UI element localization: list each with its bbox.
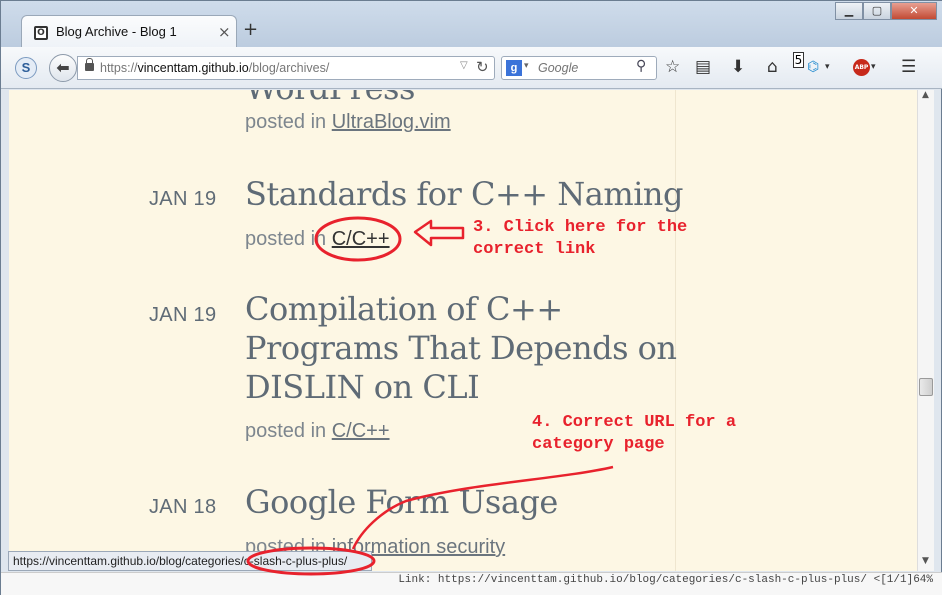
minimize-button[interactable]: ▁	[835, 2, 863, 20]
tab-close-icon[interactable]: ×	[218, 23, 231, 41]
statusline-text: Link: https://vincenttam.github.io/blog/…	[398, 574, 933, 586]
google-engine-icon[interactable]: g	[506, 60, 522, 76]
annotation-step4-line2: category page	[532, 435, 665, 454]
post-title[interactable]: Google Form Usage	[245, 482, 558, 522]
post-title[interactable]: WordPress	[245, 90, 415, 108]
url-bar[interactable]: https://vincenttam.github.io/blog/archiv…	[77, 56, 495, 80]
annotation-step4-line1: 4. Correct URL for a	[532, 413, 737, 432]
annotation-step3-line2: correct link	[473, 240, 596, 259]
navigation-toolbar: S https://vincenttam.github.io/blog/arch…	[1, 47, 942, 89]
vertical-scrollbar[interactable]: ▲ ▼	[917, 90, 934, 571]
url-text: https://vincenttam.github.io/blog/archiv…	[100, 61, 330, 75]
post-title-line[interactable]: Compilation of C++	[245, 289, 563, 329]
addon-dropdown-icon[interactable]: ▾	[825, 57, 830, 77]
maximize-button[interactable]: ▢	[863, 2, 891, 20]
downloads-icon[interactable]: ⬇	[731, 57, 745, 77]
posted-in-label: posted in	[245, 228, 327, 250]
adblock-plus-icon[interactable]: ABP	[853, 59, 870, 76]
post-date: JAN 19	[149, 304, 217, 326]
tab-blog-archive[interactable]: O Blog Archive - Blog 1 ×	[21, 15, 237, 49]
home-icon[interactable]: ⌂	[767, 57, 778, 77]
window-controls: ▁ ▢ ✕	[835, 2, 937, 22]
post-category-line: posted in C/C++	[245, 420, 390, 443]
url-history-dropdown-icon[interactable]: ▽	[460, 60, 468, 71]
adblock-dropdown-icon[interactable]: ▾	[871, 57, 876, 77]
post-category-line: posted in C/C++	[245, 228, 390, 251]
new-tab-button[interactable]: +	[243, 21, 258, 39]
scrollbar-thumb[interactable]	[919, 378, 933, 396]
category-link[interactable]: C/C++	[332, 420, 390, 442]
post-title-line[interactable]: Programs That Depends on	[245, 328, 677, 368]
engine-dropdown-icon[interactable]: ▾	[524, 61, 529, 71]
post-date: JAN 18	[149, 496, 217, 518]
reader-count-badge: 5	[793, 52, 804, 68]
close-window-button[interactable]: ✕	[891, 2, 937, 20]
reload-icon[interactable]: ↻	[476, 58, 489, 76]
posted-in-label: posted in	[245, 420, 327, 442]
tab-strip: O Blog Archive - Blog 1 × + ▁ ▢ ✕	[1, 1, 942, 49]
posted-in-label: posted in	[245, 111, 327, 133]
tab-title: Blog Archive - Blog 1	[56, 24, 177, 39]
octopress-favicon-icon: O	[34, 26, 48, 40]
page-content: WordPress posted in UltraBlog.vim JAN 19…	[9, 90, 917, 571]
annotation-step3: 3. Click here for the correct link	[473, 217, 687, 261]
link-hover-status: https://vincenttam.github.io/blog/catego…	[8, 551, 372, 571]
scroll-down-arrow-icon[interactable]: ▼	[922, 556, 929, 566]
annotation-step4: 4. Correct URL for a category page	[532, 412, 736, 456]
post-title-line[interactable]: DISLIN on CLI	[245, 367, 480, 407]
vimperator-statusline: Link: https://vincenttam.github.io/blog/…	[1, 572, 942, 595]
search-input[interactable]	[538, 59, 634, 77]
menu-icon[interactable]: ☰	[901, 57, 916, 77]
post-date: JAN 19	[149, 188, 217, 210]
search-bar[interactable]: g ▾ ⚲	[501, 56, 657, 80]
annotation-step3-line1: 3. Click here for the	[473, 218, 688, 237]
scroll-up-arrow-icon[interactable]: ▲	[922, 90, 929, 100]
lock-icon	[85, 58, 94, 71]
addon-molecule-icon[interactable]: ⌬	[807, 57, 819, 77]
post-category-line: posted in UltraBlog.vim	[245, 111, 451, 134]
category-link[interactable]: UltraBlog.vim	[332, 111, 451, 133]
bookmark-star-icon[interactable]: ☆	[665, 57, 680, 77]
category-link-cpp-highlighted[interactable]: C/C++	[332, 228, 390, 250]
back-button[interactable]: ⬅	[49, 54, 77, 82]
post-title[interactable]: Standards for C++ Naming	[245, 174, 684, 214]
s-addon-button[interactable]: S	[15, 57, 37, 79]
bookmarks-list-icon[interactable]: ▤	[695, 57, 711, 77]
browser-window: O Blog Archive - Blog 1 × + ▁ ▢ ✕ S http…	[0, 0, 942, 595]
search-magnifier-icon[interactable]: ⚲	[636, 58, 646, 74]
